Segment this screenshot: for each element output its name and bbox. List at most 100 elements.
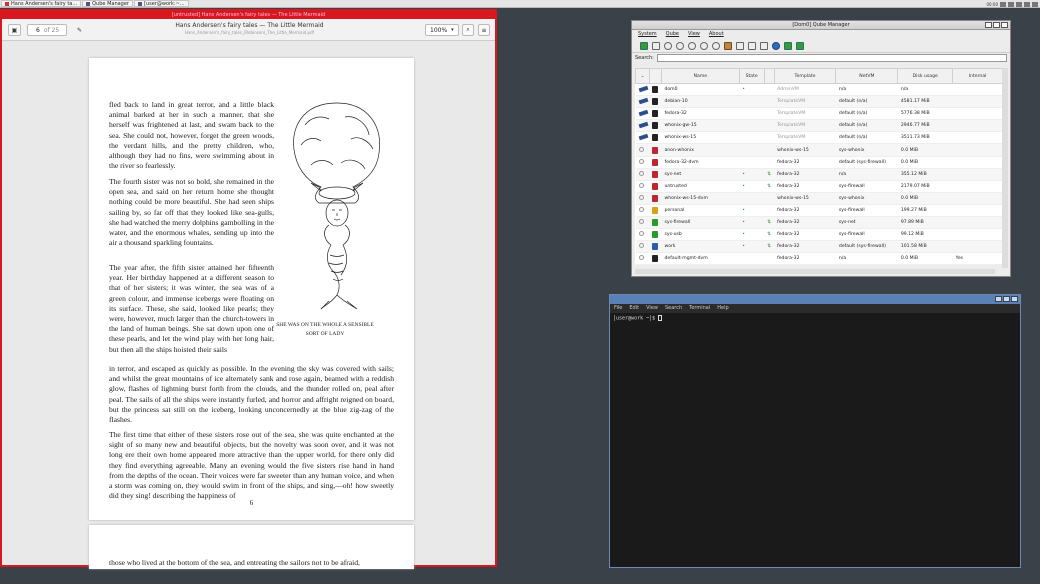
search-row: Search:: [632, 53, 1010, 63]
update-cell: [764, 204, 775, 218]
sidebar-toggle-button[interactable]: ▣: [8, 24, 21, 36]
qubes-domains-icon[interactable]: [1016, 1, 1022, 7]
close-icon[interactable]: [1011, 296, 1018, 302]
internal-cell: [952, 192, 1003, 205]
table-row[interactable]: dom0 • AdminVM n/a n/a: [635, 83, 1003, 97]
table-row[interactable]: fedora-32 TemplateVM default (n/a) 5776.38 …: [635, 107, 1003, 121]
menu-terminal[interactable]: Terminal: [689, 304, 710, 313]
column-header-disk-usage[interactable]: Disk usage: [897, 68, 954, 84]
lock-icon: [652, 206, 659, 214]
update-icon[interactable]: [772, 41, 780, 50]
network-icon[interactable]: [1000, 1, 1006, 7]
terminal-icon[interactable]: [760, 41, 768, 50]
table-row[interactable]: sys-usb • ⇅ fedora-32 sys-firewall 99.12 MiB: [635, 228, 1003, 242]
row-type-icon: [635, 192, 650, 205]
column-header-template[interactable]: Template: [773, 68, 837, 84]
table-row[interactable]: sys-net • ⇅ fedora-32 n/a 355.12 MiB: [635, 168, 1003, 181]
table-row[interactable]: whonix-gw-15 TemplateVM default (n/a) 2946.…: [635, 119, 1003, 133]
taskbar-item-terminal[interactable]: [user@work:~...: [134, 0, 189, 7]
internal-cell: [952, 156, 1003, 169]
table-row[interactable]: whonix-ws-15-dvm whonix-ws-15 sys-whonix 0.…: [635, 192, 1003, 205]
column-header[interactable]: [648, 68, 662, 84]
create-qube-icon[interactable]: [640, 41, 648, 50]
table-row[interactable]: untrusted • ⇅ fedora-32 sys-firewall 2179.07 …: [635, 180, 1003, 193]
stop-icon[interactable]: [688, 41, 696, 50]
minimize-icon[interactable]: [995, 296, 1002, 302]
zoom-select[interactable]: 100% ▾: [425, 24, 459, 36]
disk-usage-cell: 97.89 MiB: [897, 216, 953, 230]
state-cell: •: [739, 228, 765, 242]
restart-icon[interactable]: [700, 41, 708, 50]
backup-icon[interactable]: [784, 41, 792, 50]
state-cell: [739, 252, 765, 266]
column-header[interactable]: [763, 68, 775, 84]
taskbar-item-qube-manager[interactable]: Qube Manager: [82, 0, 133, 7]
firewall-icon[interactable]: [724, 41, 732, 50]
column-header-state[interactable]: State: [738, 68, 765, 84]
table-row[interactable]: whonix-ws-15 TemplateVM default (n/a) 3511.…: [635, 131, 1003, 145]
lock-cell: [649, 192, 662, 205]
internal-cell: [952, 204, 1003, 218]
row-type-icon: [635, 216, 650, 230]
close-icon[interactable]: [1001, 22, 1008, 28]
column-header-name[interactable]: Name: [660, 68, 740, 84]
menu-search[interactable]: Search: [665, 304, 682, 313]
netvm-cell: n/a: [835, 83, 898, 97]
menu-button[interactable]: ≡: [478, 24, 490, 36]
maximize-icon[interactable]: [993, 22, 1000, 28]
taskbar-item-label: Qube Manager: [92, 0, 129, 7]
horizontal-scrollbar[interactable]: [635, 269, 995, 274]
annotate-pencil-icon[interactable]: ✎: [73, 24, 86, 36]
search-input[interactable]: [656, 54, 1007, 62]
qube-icon: [638, 219, 644, 225]
volume-icon[interactable]: [1008, 1, 1014, 7]
menu-view[interactable]: View: [688, 30, 700, 39]
column-header-internal[interactable]: Internal: [952, 68, 1003, 84]
start-icon[interactable]: [664, 41, 672, 50]
vertical-scrollbar[interactable]: [1002, 68, 1008, 268]
netvm-cell: n/a: [835, 252, 898, 266]
page-number-input[interactable]: 6 of 25: [27, 24, 67, 36]
taskbar: Hans Andersen's fairy ta... Qube Manager…: [0, 0, 1040, 8]
updates-icon[interactable]: [1032, 1, 1038, 7]
devices-icon[interactable]: [1024, 1, 1030, 7]
table-row[interactable]: anon-whonix whonix-ws-15 sys-whonix 0.0 MiB: [635, 143, 1003, 157]
menu-about[interactable]: About: [709, 30, 724, 39]
maximize-icon[interactable]: [1003, 296, 1010, 302]
column-header-netvm[interactable]: NetVM: [835, 68, 899, 84]
table-row[interactable]: debian-10 TemplateVM default (n/a) 4581.17 …: [635, 95, 1003, 109]
remove-qube-icon[interactable]: [652, 41, 660, 50]
update-cell: [764, 107, 775, 121]
devices-icon[interactable]: [748, 41, 756, 50]
menu-help[interactable]: Help: [717, 304, 728, 313]
menu-system[interactable]: System: [638, 30, 657, 39]
update-cell: [764, 192, 775, 205]
table-row[interactable]: personal • fedora-32 sys-firewall 199.27 MiB: [635, 204, 1003, 218]
menu-file[interactable]: File: [614, 304, 622, 313]
table-row[interactable]: fedora-32-dvm fedora-32 default (sys-firew…: [635, 156, 1003, 169]
column-header[interactable]: ⌄: [635, 68, 650, 84]
update-cell: [764, 252, 775, 266]
update-cell: ⇅: [764, 168, 775, 181]
minimize-icon[interactable]: [985, 22, 992, 28]
template-cell: AdminVM: [774, 83, 836, 97]
menu-qube[interactable]: Qube: [666, 30, 679, 39]
internal-cell: [952, 83, 1003, 97]
table-row[interactable]: default-mgmt-dvm fedora-32 n/a 0.0 MiB Yes: [635, 252, 1003, 266]
state-cell: [739, 119, 765, 133]
settings-icon[interactable]: [712, 41, 720, 50]
terminal-output[interactable]: [user@work ~]$: [610, 313, 1020, 324]
menu-view[interactable]: View: [646, 304, 658, 313]
template-pen-icon: [638, 109, 648, 117]
applications-icon[interactable]: [736, 41, 744, 50]
table-row[interactable]: sys-firewall • ⇅ fedora-32 sys-net 97.89 MiB: [635, 216, 1003, 230]
restore-icon[interactable]: [796, 41, 804, 50]
qube-icon: [638, 146, 644, 152]
disk-usage-cell: 3511.73 MiB: [897, 131, 953, 145]
pause-icon[interactable]: [676, 41, 684, 50]
netvm-cell: n/a: [835, 168, 898, 181]
table-row[interactable]: work • ⇅ fedora-32 default (sys-firewall) 101…: [635, 240, 1003, 254]
menu-edit[interactable]: Edit: [629, 304, 639, 313]
search-button[interactable]: ⌕: [462, 24, 474, 36]
taskbar-item-pdf[interactable]: Hans Andersen's fairy ta...: [1, 0, 82, 7]
